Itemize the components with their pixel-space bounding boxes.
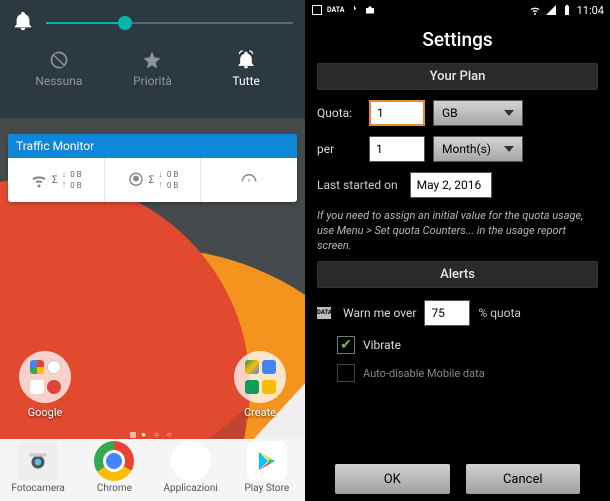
dock-chrome[interactable]: Chrome: [81, 441, 147, 494]
auto-disable-checkbox[interactable]: [337, 364, 355, 382]
section-alerts: Alerts: [317, 261, 598, 288]
traffic-monitor-widget[interactable]: Traffic Monitor Σ ↓↑ 0 B0 B Σ ↓↑ 0 B0 B: [8, 134, 297, 202]
quota-input[interactable]: 1: [369, 100, 425, 126]
dock-apps-label: Applicazioni: [163, 483, 217, 494]
mode-none[interactable]: Nessuna: [19, 50, 99, 88]
dock-camera[interactable]: Fotocamera: [5, 441, 71, 494]
home-screen-pane: Nessuna Priorità Tutte Traffic Monitor Σ…: [0, 0, 305, 501]
dock-play[interactable]: Play Store: [234, 441, 300, 494]
quick-settings-panel: Nessuna Priorità Tutte: [0, 0, 305, 118]
vibrate-label: Vibrate: [363, 338, 401, 352]
last-started-input[interactable]: May 2, 2016: [410, 172, 492, 198]
status-bar: DATA 11:04: [305, 0, 610, 20]
quota-unit-select[interactable]: GB: [433, 100, 523, 126]
widget-title: Traffic Monitor: [8, 134, 297, 158]
briefcase-icon: [364, 4, 376, 16]
mode-all-label: Tutte: [232, 74, 259, 88]
ok-button[interactable]: OK: [335, 464, 450, 494]
section-your-plan: Your Plan: [317, 63, 598, 90]
signal-icon: [545, 4, 557, 16]
notification-bell-icon: [12, 10, 34, 36]
page-title: Settings: [305, 20, 610, 57]
folder-create[interactable]: Create: [229, 351, 291, 419]
download-icon: [348, 4, 360, 16]
per-label: per: [317, 142, 361, 156]
wifi-icon: [529, 4, 541, 16]
dock-apps[interactable]: Applicazioni: [158, 441, 224, 494]
data-icon: DATA: [317, 307, 331, 319]
mode-priority[interactable]: Priorità: [112, 50, 192, 88]
dock-chrome-label: Chrome: [97, 483, 132, 494]
mode-all[interactable]: Tutte: [206, 50, 286, 88]
battery-icon: [561, 4, 573, 16]
widget-cell-wifi[interactable]: Σ ↓↑ 0 B0 B: [8, 158, 105, 202]
per-input[interactable]: 1: [369, 136, 425, 162]
cancel-button[interactable]: Cancel: [466, 464, 581, 494]
settings-pane: DATA 11:04 Settings Your Plan Quota: 1 G…: [305, 0, 610, 501]
chevron-down-icon: [504, 110, 514, 116]
warn-suffix: % quota: [478, 306, 521, 320]
auto-disable-label: Auto-disable Mobile data: [363, 367, 485, 380]
dock: Fotocamera Chrome Applicazioni Play Stor…: [0, 439, 305, 501]
chevron-down-icon: [504, 146, 514, 152]
mode-priority-label: Priorità: [133, 74, 172, 88]
quota-label: Quota:: [317, 106, 361, 120]
folder-create-label: Create: [244, 406, 276, 419]
page-indicator[interactable]: ● ○ ○: [0, 430, 305, 439]
mode-none-label: Nessuna: [35, 74, 82, 88]
widget-cell-speedometer[interactable]: [201, 158, 297, 202]
screenshot-icon: [311, 4, 323, 16]
dock-play-label: Play Store: [245, 483, 290, 494]
warn-input[interactable]: 75: [424, 300, 470, 326]
last-started-label: Last started on: [317, 178, 398, 192]
notification-volume-slider[interactable]: [46, 22, 293, 24]
folder-google[interactable]: Google: [14, 351, 76, 419]
widget-cell-mobile[interactable]: Σ ↓↑ 0 B0 B: [105, 158, 202, 202]
folder-google-label: Google: [28, 406, 63, 419]
dock-camera-label: Fotocamera: [11, 483, 64, 494]
data-badge-icon: DATA: [327, 6, 344, 14]
vibrate-checkbox[interactable]: [337, 336, 355, 354]
help-text: If you need to assign an initial value f…: [317, 208, 598, 253]
status-time: 11:04: [577, 4, 604, 17]
warn-label: Warn me over: [343, 306, 416, 320]
per-unit-select[interactable]: Month(s): [433, 136, 523, 162]
